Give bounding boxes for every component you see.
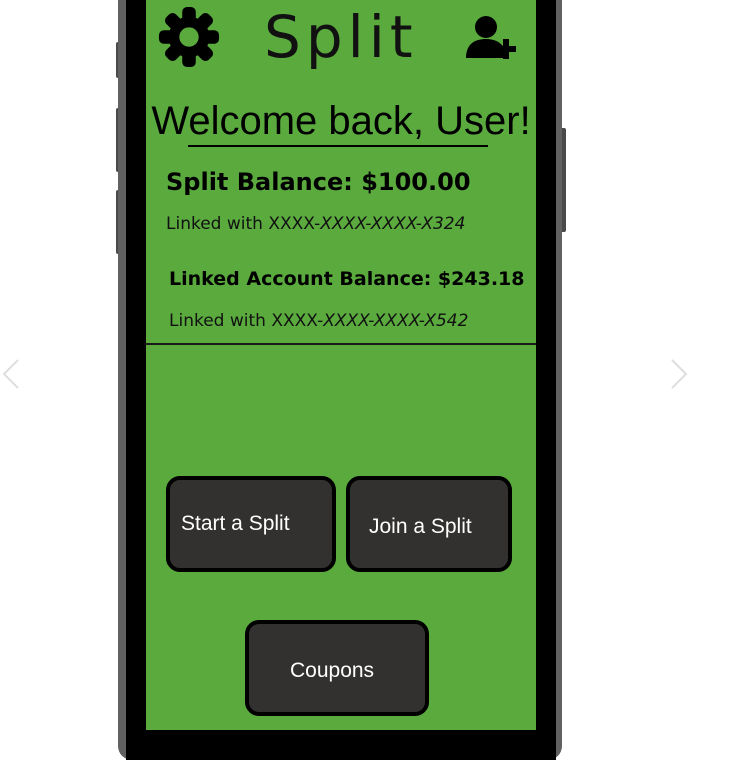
linked-prefix: Linked with XXXX- bbox=[169, 311, 324, 331]
split-linked-card: Linked with XXXX-XXXX-XXXX-X324 bbox=[166, 214, 465, 234]
coupons-label: Coupons bbox=[290, 659, 375, 682]
carousel-prev-icon[interactable] bbox=[0, 356, 30, 392]
linked-masked-number: XXXX-XXXX-X324 bbox=[320, 214, 466, 234]
linked-account-card: Linked with XXXX-XXXX-XXXX-X542 bbox=[169, 311, 468, 331]
app-header: Split bbox=[146, 0, 536, 80]
welcome-underline bbox=[188, 145, 488, 147]
add-user-icon[interactable] bbox=[464, 12, 522, 64]
start-split-label: Start a Split bbox=[181, 512, 290, 535]
carousel-next-icon[interactable] bbox=[664, 356, 700, 392]
app-screen: Split Welcome back, User! Split Balance:… bbox=[146, 0, 536, 730]
linked-prefix: Linked with XXXX- bbox=[166, 214, 321, 234]
split-balance: Split Balance: $100.00 bbox=[166, 168, 471, 196]
welcome-message: Welcome back, User! bbox=[151, 99, 531, 143]
section-divider bbox=[146, 343, 536, 345]
linked-account-balance: Linked Account Balance: $243.18 bbox=[169, 268, 525, 290]
gear-icon[interactable] bbox=[158, 6, 220, 68]
join-split-label: Join a Split bbox=[369, 515, 472, 538]
linked-masked-number: XXXX-XXXX-X542 bbox=[323, 311, 469, 331]
join-split-button[interactable]: Join a Split bbox=[346, 476, 512, 572]
app-title: Split bbox=[264, 3, 418, 71]
coupons-button[interactable]: Coupons bbox=[245, 620, 429, 716]
start-split-button[interactable]: Start a Split bbox=[166, 476, 336, 572]
